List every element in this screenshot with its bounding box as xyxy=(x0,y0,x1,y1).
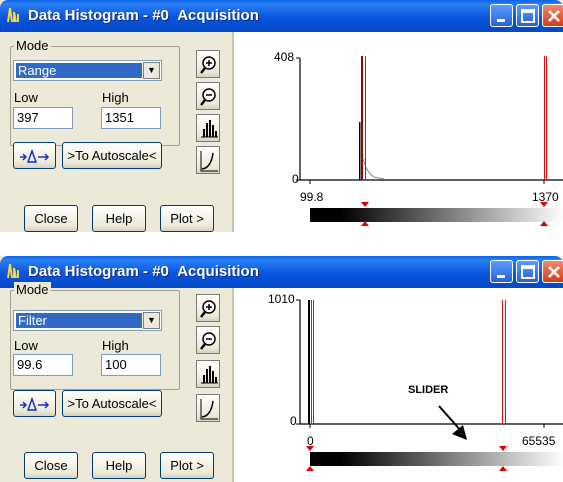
chevron-down-icon[interactable]: ▼ xyxy=(143,312,160,329)
histogram-icon xyxy=(201,120,218,138)
zoom-out-icon xyxy=(200,88,216,106)
histogram-app-icon xyxy=(7,263,19,279)
histogram-graphics xyxy=(296,56,563,226)
histogram-plot[interactable]: 408 0 99.8 1370 xyxy=(232,32,563,232)
histogram-peak xyxy=(361,56,363,180)
high-marker-bottom[interactable] xyxy=(540,221,548,226)
minimize-button[interactable] xyxy=(490,260,513,283)
zoom-out-button[interactable] xyxy=(196,82,220,110)
low-input[interactable]: 397 xyxy=(13,107,73,129)
plot-button[interactable]: Plot > xyxy=(160,452,214,479)
high-marker-bottom[interactable] xyxy=(499,466,507,471)
window-title: Data Histogram - #0 xyxy=(28,263,169,280)
mode-label: Mode xyxy=(14,282,51,297)
curve-view-button[interactable] xyxy=(196,146,220,174)
auto-range-button[interactable] xyxy=(13,142,56,169)
close-window-button[interactable] xyxy=(542,4,563,27)
slider-arrow-head xyxy=(452,425,467,440)
auto-range-icon xyxy=(20,396,50,411)
auto-range-icon xyxy=(20,148,50,163)
window-subtitle: Acquisition xyxy=(177,263,259,280)
high-marker-top[interactable] xyxy=(540,202,548,207)
histogram-window-filter: Data Histogram - #0 Acquisition Mode Fil… xyxy=(0,256,563,482)
zoom-in-button[interactable] xyxy=(196,50,220,78)
mode-select-value: Range xyxy=(16,63,142,78)
mode-select[interactable]: Range ▼ xyxy=(13,60,162,81)
axes xyxy=(299,58,563,181)
maximize-button[interactable] xyxy=(516,260,539,283)
close-button[interactable]: Close xyxy=(24,205,78,232)
maximize-icon xyxy=(521,265,535,279)
high-cursor-line[interactable] xyxy=(502,300,503,424)
zoom-out-button[interactable] xyxy=(196,326,220,354)
low-marker-top[interactable] xyxy=(306,446,314,451)
minimize-icon xyxy=(497,275,505,278)
histogram-view-button[interactable] xyxy=(196,114,220,142)
high-label: High xyxy=(102,338,129,353)
mode-select[interactable]: Filter ▼ xyxy=(13,310,162,331)
low-input[interactable]: 99.6 xyxy=(13,354,73,376)
title-bar[interactable]: Data Histogram - #0 Acquisition xyxy=(0,0,563,32)
to-autoscale-button[interactable]: >To Autoscale< xyxy=(62,142,162,169)
close-icon xyxy=(548,266,560,278)
high-input[interactable]: 100 xyxy=(101,354,161,376)
help-button[interactable]: Help xyxy=(92,205,146,232)
zoom-in-icon xyxy=(200,300,216,318)
histogram-window-range: Data Histogram - #0 Acquisition Mode Ran… xyxy=(0,0,563,232)
curve-icon xyxy=(200,151,218,172)
high-cursor-line-2 xyxy=(546,56,547,180)
window-subtitle: Acquisition xyxy=(177,7,259,24)
mode-select-value: Filter xyxy=(16,313,142,328)
window-title: Data Histogram - #0 xyxy=(28,7,169,24)
to-autoscale-button[interactable]: >To Autoscale< xyxy=(62,390,162,417)
high-input[interactable]: 1351 xyxy=(101,107,161,129)
maximize-icon xyxy=(521,9,535,23)
axes xyxy=(299,300,563,425)
control-panel: Mode Filter ▼ Low High 99.6 100 >To Auto… xyxy=(0,282,230,482)
low-label: Low xyxy=(14,338,38,353)
title-bar[interactable]: Data Histogram - #0 Acquisition xyxy=(0,256,563,288)
zoom-in-button[interactable] xyxy=(196,294,220,322)
curve-icon xyxy=(200,399,218,420)
histogram-app-icon xyxy=(7,7,19,23)
zoom-in-icon xyxy=(200,56,216,74)
maximize-button[interactable] xyxy=(516,4,539,27)
low-cursor-line-2 xyxy=(313,300,314,424)
histogram-plot[interactable]: 1010 0 0 65535 SLIDER xyxy=(232,288,563,482)
chevron-down-icon[interactable]: ▼ xyxy=(143,62,160,79)
close-window-button[interactable] xyxy=(542,260,563,283)
low-marker-top[interactable] xyxy=(361,202,369,207)
plot-button[interactable]: Plot > xyxy=(160,205,214,232)
high-marker-top[interactable] xyxy=(499,446,507,451)
low-marker-bottom[interactable] xyxy=(361,221,369,226)
histogram-icon xyxy=(201,366,218,384)
slider-arrow-line xyxy=(438,405,463,433)
histogram-tail xyxy=(362,157,385,180)
help-button[interactable]: Help xyxy=(92,452,146,479)
mode-label: Mode xyxy=(14,38,51,53)
histogram-bar xyxy=(359,122,361,180)
close-button[interactable]: Close xyxy=(24,452,78,479)
low-cursor-line[interactable] xyxy=(365,56,366,180)
curve-view-button[interactable] xyxy=(196,394,220,422)
histogram-graphics xyxy=(296,299,563,471)
minimize-button[interactable] xyxy=(490,4,513,27)
y-ticks xyxy=(296,57,300,181)
zoom-out-icon xyxy=(200,332,216,350)
high-cursor-line[interactable] xyxy=(544,56,545,180)
y-ticks xyxy=(296,299,300,425)
low-cursor-line[interactable] xyxy=(311,300,312,424)
histogram-peak xyxy=(308,300,310,424)
high-label: High xyxy=(102,90,129,105)
low-label: Low xyxy=(14,90,38,105)
minimize-icon xyxy=(497,19,505,22)
high-cursor-line-2 xyxy=(505,300,506,424)
histogram-view-button[interactable] xyxy=(196,360,220,388)
low-marker-bottom[interactable] xyxy=(306,466,314,471)
close-icon xyxy=(548,10,560,22)
auto-range-button[interactable] xyxy=(13,390,56,417)
control-panel: Mode Range ▼ Low High 397 1351 >To Autos… xyxy=(0,32,230,232)
